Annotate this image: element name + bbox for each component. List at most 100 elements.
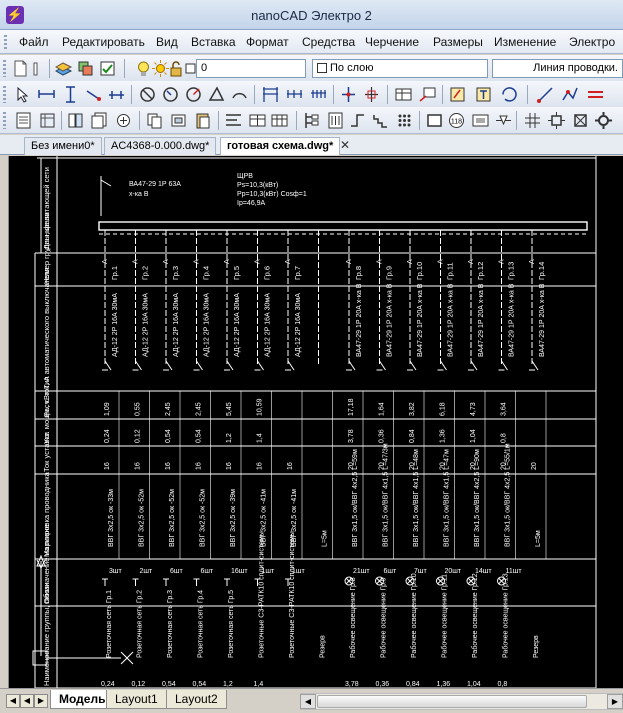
schema-icon[interactable]	[302, 111, 321, 130]
menu-draw[interactable]: Черчение	[365, 35, 419, 49]
new-document-icon[interactable]	[11, 59, 30, 78]
close-tab-icon[interactable]: ✕	[340, 138, 350, 152]
color-combo[interactable]: По слою	[312, 59, 488, 78]
breaker-symbol	[104, 360, 112, 371]
menu-dimensions[interactable]: Размеры	[433, 35, 483, 49]
layer-states-icon[interactable]	[76, 59, 95, 78]
table-edit-icon[interactable]	[270, 111, 289, 130]
group-name: Розеточные СЗ-РАТК10 сплит-системы	[289, 531, 296, 658]
tab-untitled[interactable]: Без имени0*	[24, 137, 102, 155]
linetype-combo[interactable]: Линия проводки.	[492, 59, 623, 78]
group-power: 1,2	[226, 433, 233, 443]
circle-slash-icon[interactable]	[138, 85, 157, 104]
arc-length-icon[interactable]	[230, 85, 249, 104]
horizontal-scrollbar[interactable]: ◀ ▶	[300, 693, 623, 710]
vertical-dim-icon[interactable]	[61, 85, 80, 104]
ordinate-dim-icon[interactable]	[339, 85, 358, 104]
aligned-dim-icon[interactable]	[84, 85, 103, 104]
scroll-right-icon[interactable]: ▶	[607, 694, 623, 709]
menu-view[interactable]: Вид	[156, 35, 178, 49]
group-cable: ВВГ 3х2,5 ок -52м	[139, 489, 146, 547]
baseline-dim-icon[interactable]	[261, 85, 280, 104]
toolbar-separator	[442, 85, 443, 104]
triangle-marker-icon[interactable]	[494, 111, 513, 130]
dim-update-icon[interactable]	[500, 85, 519, 104]
toolbar-grip[interactable]	[3, 60, 6, 77]
paste-icon[interactable]	[193, 111, 212, 130]
group-number: Гр.2	[141, 266, 150, 280]
center-mark-icon[interactable]	[362, 85, 381, 104]
sheet-set-icon[interactable]	[90, 111, 109, 130]
dim-edit-icon[interactable]	[448, 85, 467, 104]
tool-palettes-icon[interactable]	[66, 111, 85, 130]
menu-tools[interactable]: Средства	[302, 35, 355, 49]
markup-icon[interactable]	[114, 111, 133, 130]
rectangle-icon[interactable]	[425, 111, 444, 130]
dot-grid-icon[interactable]	[395, 111, 414, 130]
quick-dim-icon[interactable]	[309, 85, 328, 104]
menu-insert[interactable]: Вставка	[191, 35, 236, 49]
prev-layout-icon[interactable]: ◀	[20, 694, 34, 708]
angle-dim-icon[interactable]	[207, 85, 226, 104]
layer-check-icon[interactable]	[98, 59, 117, 78]
settings-gear-icon[interactable]	[594, 111, 613, 130]
next-layout-icon[interactable]: ▶	[34, 694, 48, 708]
horizontal-dim-icon[interactable]	[37, 85, 56, 104]
tolerance-icon[interactable]	[394, 85, 413, 104]
menu-modify[interactable]: Изменение	[494, 35, 556, 49]
leader-icon[interactable]	[418, 85, 437, 104]
menu-electro[interactable]: Электро	[569, 35, 615, 49]
panel-pp: Рр=10,3(кВт) Cosф=1	[237, 191, 307, 198]
busbar	[98, 221, 588, 231]
menubar-grip[interactable]	[4, 35, 7, 49]
panel-icon[interactable]	[326, 111, 345, 130]
copy-icon[interactable]	[145, 111, 164, 130]
group-number: Гр.12	[476, 262, 485, 280]
scroll-left-icon[interactable]: ◀	[300, 694, 316, 709]
align-icon[interactable]	[224, 111, 243, 130]
group-number: Гр.10	[415, 262, 424, 280]
menu-format[interactable]: Формат	[246, 35, 289, 49]
layers-icon[interactable]	[54, 59, 73, 78]
osnap-icon[interactable]	[547, 111, 566, 130]
dim-text-edit-icon[interactable]	[474, 85, 493, 104]
frame-icon[interactable]	[471, 111, 490, 130]
scroll-thumb[interactable]	[317, 695, 587, 708]
open-document-icon[interactable]	[31, 59, 50, 78]
multiline-tool-icon[interactable]	[586, 85, 605, 104]
properties-icon[interactable]	[14, 111, 33, 130]
numbered-circle-icon[interactable]: 118	[447, 111, 466, 130]
copy-clip-icon[interactable]	[169, 111, 188, 130]
layer-combo[interactable]: 0	[196, 59, 306, 78]
linear-dim-icon[interactable]	[107, 85, 126, 104]
breaker-symbol	[196, 360, 203, 371]
table-icon[interactable]	[248, 111, 267, 130]
menu-file[interactable]: Файл	[19, 35, 49, 49]
group-cable: ВВГ 3х1,5 ок/ВВГ 4х1,5 L=47/3м	[383, 443, 390, 547]
group-number: Гр.1	[110, 266, 119, 280]
drawing-canvas[interactable]: Данные питающей сети Номер группы, фаза Ти…	[8, 156, 623, 688]
group-current: 3,82	[409, 402, 416, 416]
tab-ac4368[interactable]: AC4368-0.000.dwg*	[104, 137, 217, 155]
toolbar-grip[interactable]	[3, 112, 6, 129]
radius-dim-icon[interactable]	[184, 85, 203, 104]
first-layout-icon[interactable]: ◀	[6, 694, 20, 708]
cable-route-icon[interactable]	[348, 111, 367, 130]
polar-icon[interactable]	[571, 111, 590, 130]
tab-ready-schema[interactable]: готовая схема.dwg*	[220, 137, 341, 155]
tab-model[interactable]: Модель	[50, 690, 115, 709]
menu-edit[interactable]: Редактировать	[62, 35, 145, 49]
toolbar-row-1: 0 По слою Линия проводки.	[0, 55, 623, 82]
select-arrow-icon[interactable]	[14, 85, 33, 104]
group-name: Розеточная сеть Гр.3	[167, 590, 174, 658]
grid-snap-icon[interactable]	[523, 111, 542, 130]
continue-dim-icon[interactable]	[285, 85, 304, 104]
circle-arrow-icon[interactable]	[161, 85, 180, 104]
tab-layout1[interactable]: Layout1	[106, 690, 167, 709]
design-center-icon[interactable]	[38, 111, 57, 130]
cable-tray-icon[interactable]	[371, 111, 390, 130]
line-tool-icon[interactable]	[536, 85, 555, 104]
tab-layout2[interactable]: Layout2	[166, 690, 227, 709]
toolbar-grip[interactable]	[3, 86, 6, 103]
polyline-tool-icon[interactable]	[560, 85, 579, 104]
